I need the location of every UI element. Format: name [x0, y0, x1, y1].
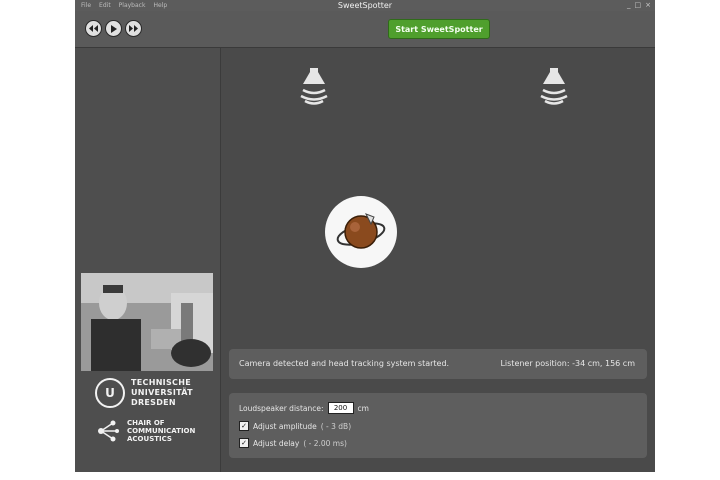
adjust-delay-value: ( - 2.00 ms) [303, 438, 347, 448]
loudspeaker-distance-input[interactable]: 200 [327, 402, 354, 414]
right-speaker-icon [537, 68, 571, 108]
tu-dresden-logo: U TECHNISCHE UNIVERSITÄT DRESDEN [95, 378, 205, 408]
skip-forward-icon [129, 25, 138, 32]
listener-head-marker[interactable] [325, 196, 397, 268]
network-nodes-icon [95, 418, 121, 444]
left-panel: U TECHNISCHE UNIVERSITÄT DRESDEN CHAIR O… [75, 48, 221, 472]
tud-line-2: UNIVERSITÄT [131, 388, 193, 397]
settings-panel: Loudspeaker distance: 200 cm ✓ Adjust am… [229, 393, 647, 458]
status-bar: Camera detected and head tracking system… [229, 349, 647, 379]
status-message: Camera detected and head tracking system… [239, 359, 450, 368]
listener-position: Listener position: -34 cm, 156 cm [500, 359, 635, 368]
play-button[interactable] [105, 20, 122, 37]
adjust-delay-checkbox[interactable]: ✓ [239, 438, 249, 448]
left-speaker-icon [297, 68, 331, 108]
close-button[interactable]: × [645, 0, 651, 11]
adjust-amplitude-label: Adjust amplitude [253, 421, 317, 431]
toolbar: Start SweetSpotter [75, 11, 655, 48]
chair-line-2: COMMUNICATION [127, 427, 196, 435]
transport-controls [85, 20, 142, 37]
maximize-button[interactable]: □ [635, 0, 642, 11]
distance-label: Loudspeaker distance: [239, 403, 324, 413]
adjust-amplitude-value: ( - 3 dB) [320, 421, 352, 431]
minimize-button[interactable]: _ [627, 0, 631, 11]
skip-back-button[interactable] [85, 20, 102, 37]
adjust-delay-row: ✓ Adjust delay ( - 2.00 ms) [239, 438, 347, 448]
play-icon [111, 24, 117, 33]
adjust-amplitude-checkbox[interactable]: ✓ [239, 421, 249, 431]
camera-image [81, 273, 213, 371]
chair-communication-acoustics-logo: CHAIR OF COMMUNICATION ACOUSTICS [95, 418, 205, 444]
chair-line-3: ACOUSTICS [127, 435, 172, 443]
listener-head-icon [336, 213, 386, 249]
title-bar: File Edit Playback Help SweetSpotter _ □… [75, 0, 655, 11]
adjust-delay-label: Adjust delay [253, 438, 300, 448]
start-sweetspotter-button[interactable]: Start SweetSpotter [388, 19, 490, 39]
listening-stage: Camera detected and head tracking system… [221, 48, 655, 472]
app-window: File Edit Playback Help SweetSpotter _ □… [75, 0, 655, 472]
window-controls: _ □ × [627, 0, 651, 11]
window-title: SweetSpotter [337, 1, 393, 10]
distance-row: Loudspeaker distance: 200 cm [239, 402, 369, 414]
skip-forward-button[interactable] [125, 20, 142, 37]
tud-line-3: DRESDEN [131, 398, 176, 407]
branding-logos: U TECHNISCHE UNIVERSITÄT DRESDEN CHAIR O… [95, 378, 205, 444]
chair-line-1: CHAIR OF [127, 419, 165, 427]
distance-unit: cm [357, 403, 369, 413]
tu-dresden-mark-icon: U [95, 378, 125, 408]
adjust-amplitude-row: ✓ Adjust amplitude ( - 3 dB) [239, 421, 351, 431]
tud-line-1: TECHNISCHE [131, 378, 191, 387]
camera-feed [81, 273, 213, 371]
skip-back-icon [89, 25, 98, 32]
